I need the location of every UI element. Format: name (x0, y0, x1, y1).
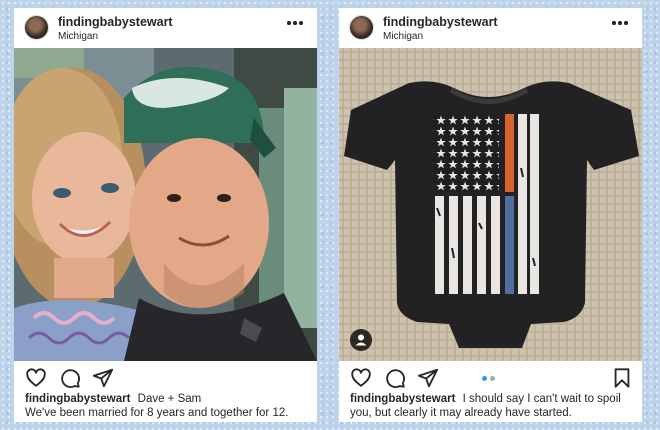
caption-username[interactable]: findingbabystewart (25, 393, 130, 405)
comment-icon[interactable] (384, 367, 406, 389)
post-location[interactable]: Michigan (58, 31, 98, 42)
carousel-dot (490, 376, 495, 381)
caption-text: Dave + Sam (137, 393, 202, 405)
post-actions (14, 364, 317, 390)
post-photo-flag-onesie[interactable] (339, 48, 642, 361)
post-header: findingbabystewart Michigan (339, 8, 642, 48)
post-actions (339, 364, 642, 390)
paper-plane-icon[interactable] (92, 367, 114, 389)
more-options-icon[interactable] (287, 18, 303, 28)
user-tag-icon[interactable] (350, 329, 372, 351)
heart-icon[interactable] (25, 367, 47, 389)
post-username[interactable]: findingbabystewart (383, 15, 498, 29)
post-location[interactable]: Michigan (383, 31, 423, 42)
instagram-post-onesie: findingbabystewart Michigan findingbabys… (339, 8, 642, 422)
carousel-dot-active (482, 376, 487, 381)
post-caption: findingbabystewart Dave + Sam We've been… (25, 392, 311, 420)
post-header: findingbabystewart Michigan (14, 8, 317, 48)
avatar[interactable] (349, 15, 374, 40)
post-username[interactable]: findingbabystewart (58, 15, 173, 29)
heart-icon[interactable] (350, 367, 372, 389)
post-photo-couple-selfie[interactable] (14, 48, 317, 361)
post-caption: findingbabystewart I should say I can't … (350, 392, 636, 420)
instagram-post-couple: findingbabystewart Michigan findingbabys… (14, 8, 317, 422)
carousel-indicator (480, 376, 504, 382)
avatar[interactable] (24, 15, 49, 40)
caption-username[interactable]: findingbabystewart (350, 393, 455, 405)
paper-plane-icon[interactable] (417, 367, 439, 389)
bookmark-icon[interactable] (611, 367, 633, 389)
more-options-icon[interactable] (612, 18, 628, 28)
comment-icon[interactable] (59, 367, 81, 389)
caption-text-line2: We've been married for 8 years and toget… (25, 407, 289, 419)
